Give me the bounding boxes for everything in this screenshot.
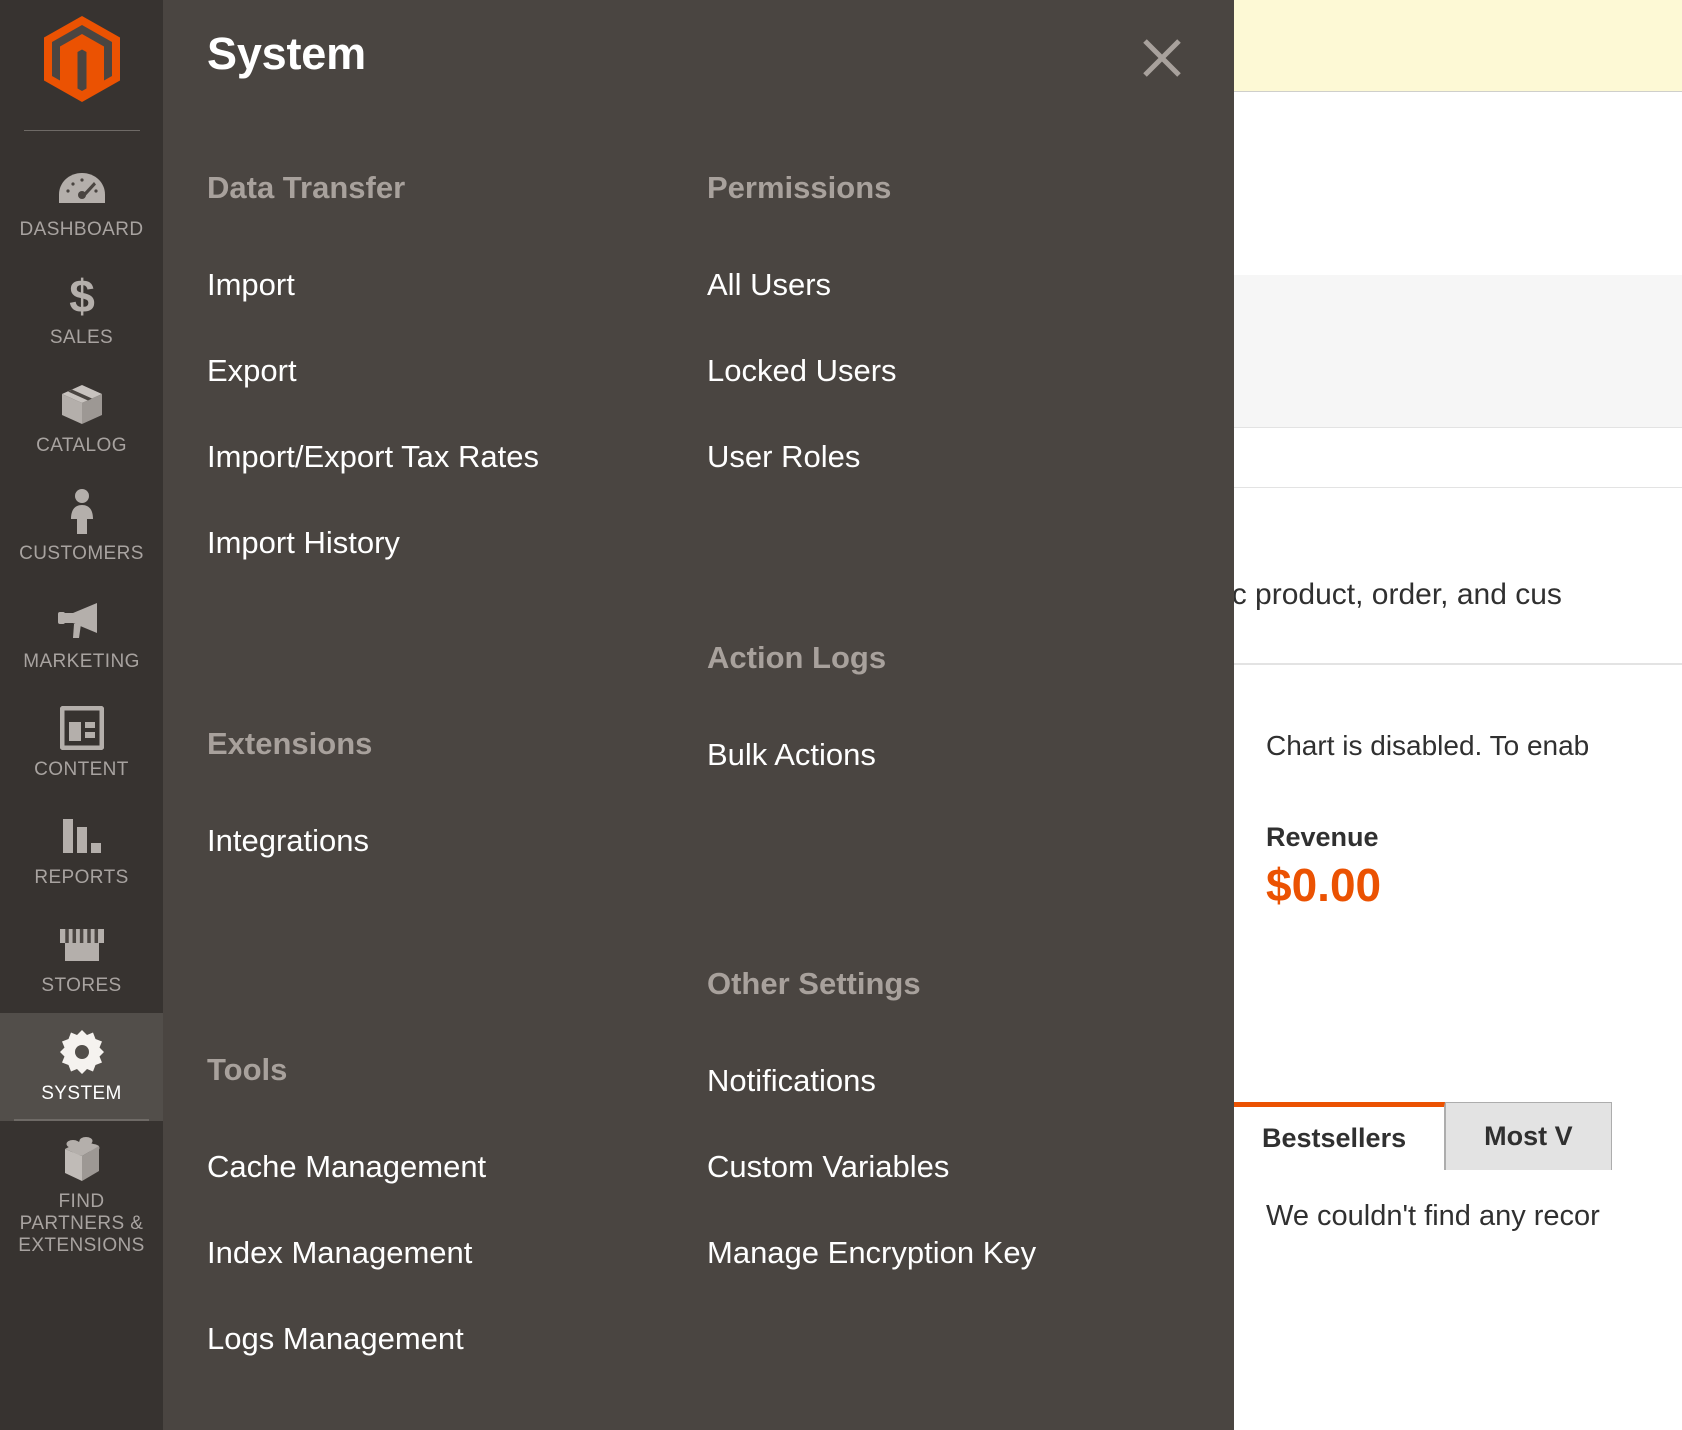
sidebar-item-reports[interactable]: REPORTS: [0, 797, 163, 905]
layout-icon: [4, 703, 159, 753]
dollar-icon: $: [4, 271, 159, 321]
tab-most-viewed[interactable]: Most V: [1445, 1102, 1612, 1170]
menu-group-data-transfer: Data Transfer Import Export Import/Expor…: [207, 170, 663, 560]
menu-item-manage-encryption-key[interactable]: Manage Encryption Key: [707, 1236, 1163, 1270]
sidebar-item-label: REPORTS: [34, 867, 129, 888]
menu-item-export[interactable]: Export: [207, 354, 663, 388]
revenue-value: $0.00: [1266, 859, 1382, 911]
menu-group-extensions: Extensions Integrations: [207, 726, 663, 858]
tab-most-viewed-label: Most V: [1484, 1121, 1573, 1151]
sidebar-item-label: CUSTOMERS: [19, 543, 144, 564]
menu-item-import-export-tax-rates[interactable]: Import/Export Tax Rates: [207, 440, 663, 474]
sidebar-item-stores[interactable]: STORES: [0, 905, 163, 1013]
close-icon[interactable]: [1134, 30, 1190, 86]
chart-disabled-message: Chart is disabled. To enab: [1266, 730, 1590, 761]
tab-bestsellers[interactable]: Bestsellers: [1223, 1102, 1446, 1170]
menu-group-spacer: [207, 638, 663, 726]
sidebar-item-label: DASHBOARD: [19, 219, 144, 240]
sidebar-item-content[interactable]: CONTENT: [0, 689, 163, 797]
gear-icon: [4, 1027, 159, 1077]
menu-group-permissions: Permissions All Users Locked Users User …: [707, 170, 1163, 474]
menu-item-cache-management[interactable]: Cache Management: [207, 1150, 663, 1184]
menu-column-2: Permissions All Users Locked Users User …: [663, 170, 1163, 1356]
magento-admin-screen: running. ur dynamic product, order, and …: [0, 0, 1682, 1430]
sidebar-item-catalog[interactable]: CATALOG: [0, 365, 163, 473]
sidebar-item-label: FIND PARTNERS & EXTENSIONS: [18, 1191, 145, 1256]
svg-text:$: $: [69, 272, 95, 320]
sidebar-item-label: CATALOG: [36, 435, 127, 456]
sidebar-item-label: MARKETING: [23, 651, 140, 672]
menu-group-spacer: [707, 552, 1163, 640]
menu-group-tools: Tools Cache Management Index Management …: [207, 1052, 663, 1356]
menu-group-action-logs: Action Logs Bulk Actions: [707, 640, 1163, 772]
sidebar-item-dashboard[interactable]: DASHBOARD: [0, 149, 163, 257]
menu-group-title: Tools: [207, 1052, 288, 1087]
bar-chart-icon: [4, 811, 159, 861]
megaphone-icon: [4, 595, 159, 645]
menu-item-import-history[interactable]: Import History: [207, 526, 663, 560]
sidebar-item-marketing[interactable]: MARKETING: [0, 581, 163, 689]
menu-item-bulk-actions[interactable]: Bulk Actions: [707, 738, 1163, 772]
admin-sidebar: DASHBOARD $ SALES CATALOG CUSTOMERS MARK…: [0, 0, 163, 1430]
sidebar-item-label: SYSTEM: [41, 1083, 122, 1104]
empty-records-message: We couldn't find any recor: [1266, 1200, 1600, 1232]
menu-group-title: Permissions: [707, 170, 892, 205]
menu-item-integrations[interactable]: Integrations: [207, 824, 663, 858]
menu-group-spacer: [707, 850, 1163, 966]
panel-title: System: [207, 28, 366, 79]
gauge-icon: [4, 163, 159, 213]
sidebar-item-label: STORES: [41, 975, 122, 996]
menu-item-import[interactable]: Import: [207, 268, 663, 302]
menu-columns: Data Transfer Import Export Import/Expor…: [163, 170, 1234, 1356]
sidebar-nav: DASHBOARD $ SALES CATALOG CUSTOMERS MARK…: [0, 131, 163, 1273]
menu-group-title: Other Settings: [707, 966, 921, 1001]
menu-column-1: Data Transfer Import Export Import/Expor…: [163, 170, 663, 1356]
menu-item-custom-variables[interactable]: Custom Variables: [707, 1150, 1163, 1184]
sidebar-item-sales[interactable]: $ SALES: [0, 257, 163, 365]
menu-item-locked-users[interactable]: Locked Users: [707, 354, 1163, 388]
dashboard-tabs: Bestsellers Most V: [1223, 1102, 1612, 1170]
menu-item-user-roles[interactable]: User Roles: [707, 440, 1163, 474]
menu-group-other-settings: Other Settings Notifications Custom Vari…: [707, 966, 1163, 1270]
storefront-icon: [4, 919, 159, 969]
menu-group-title: Data Transfer: [207, 170, 406, 205]
lego-brick-icon: [4, 1135, 159, 1185]
revenue-label: Revenue: [1266, 822, 1379, 852]
person-icon: [4, 487, 159, 537]
sidebar-item-system[interactable]: SYSTEM: [0, 1013, 163, 1121]
menu-item-logs-management[interactable]: Logs Management: [207, 1322, 663, 1356]
box-icon: [4, 379, 159, 429]
menu-group-spacer: [207, 936, 663, 1052]
sidebar-item-customers[interactable]: CUSTOMERS: [0, 473, 163, 581]
sidebar-item-label: SALES: [49, 327, 114, 348]
menu-group-title: Action Logs: [707, 640, 887, 675]
system-menu-panel: System Data Transfer Import Export Impor…: [163, 0, 1234, 1430]
tab-bestsellers-label: Bestsellers: [1262, 1123, 1407, 1153]
menu-item-index-management[interactable]: Index Management: [207, 1236, 663, 1270]
sidebar-item-label: CONTENT: [34, 759, 129, 780]
magento-logo[interactable]: [0, 0, 163, 118]
menu-group-title: Extensions: [207, 726, 373, 761]
sidebar-item-find-partners-extensions[interactable]: FIND PARTNERS & EXTENSIONS: [0, 1121, 163, 1273]
menu-item-notifications[interactable]: Notifications: [707, 1064, 1163, 1098]
menu-item-all-users[interactable]: All Users: [707, 268, 1163, 302]
